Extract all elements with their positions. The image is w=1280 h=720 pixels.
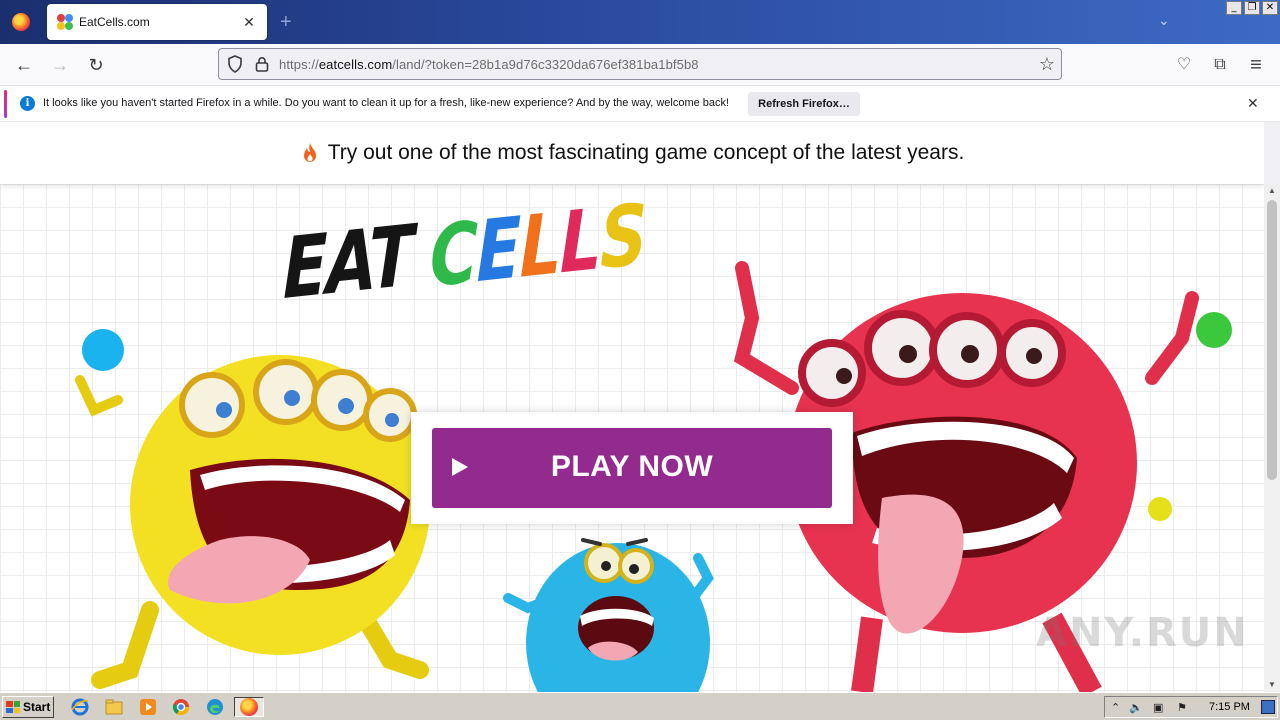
flame-icon: [303, 143, 316, 162]
url-scheme: https://: [279, 57, 319, 72]
scroll-down-arrow-icon[interactable]: ▼: [1264, 678, 1280, 692]
firefox-icon: [240, 698, 258, 716]
firefox-taskbar-icon[interactable]: [234, 697, 264, 717]
headline: Try out one of the most fascinating game…: [327, 141, 965, 164]
hamburger-menu-icon[interactable]: ≡: [1244, 53, 1268, 77]
url-path: /land/?token=28b1a9d76c3320da676ef381ba1…: [392, 57, 699, 72]
taskbar: Start ⌃ 🔈 ▣ ⚑ 7:15 PM: [0, 692, 1280, 720]
url-host: eatcells.com: [318, 57, 393, 72]
logo-letter: E: [476, 198, 520, 302]
scroll-up-arrow-icon[interactable]: ▲: [1264, 184, 1280, 198]
system-tray: ⌃ 🔈 ▣ ⚑ 7:15 PM: [1104, 696, 1278, 718]
logo-letter: S: [600, 185, 646, 289]
tab-title: EatCells.com: [79, 15, 150, 29]
play-now-panel: PLAY NOW: [411, 412, 853, 524]
firefox-view-button[interactable]: [0, 0, 42, 44]
extensions-icon[interactable]: ⧉: [1208, 53, 1232, 77]
show-desktop-icon[interactable]: [1261, 700, 1275, 714]
pocket-icon[interactable]: ♡: [1172, 53, 1196, 77]
notification-message: It looks like you haven't started Firefo…: [43, 97, 730, 109]
file-explorer-icon[interactable]: [102, 697, 126, 717]
start-label: Start: [23, 700, 51, 714]
logo-eat: EAT: [283, 206, 413, 318]
reload-button[interactable]: ↻: [83, 53, 109, 77]
lock-icon[interactable]: [255, 56, 269, 72]
new-tab-button[interactable]: +: [280, 10, 292, 34]
tab-close-icon[interactable]: ✕: [241, 14, 257, 31]
play-now-label: PLAY NOW: [550, 450, 714, 483]
blue-monster-illustration: [503, 538, 714, 692]
bookmark-star-icon[interactable]: ☆: [1039, 54, 1055, 75]
media-player-icon[interactable]: [136, 697, 160, 717]
chrome-icon[interactable]: [169, 697, 193, 717]
tracking-protection-shield-icon[interactable]: [227, 55, 243, 73]
action-center-flag-icon[interactable]: ⚑: [1177, 701, 1187, 714]
volume-icon[interactable]: 🔈: [1129, 701, 1143, 714]
network-icon[interactable]: ▣: [1153, 701, 1163, 714]
notification-accent: [4, 90, 7, 118]
info-icon: i: [20, 96, 35, 111]
anyrun-watermark: ANY.RUN: [1036, 610, 1249, 656]
headline-bar: Try out one of the most fascinating game…: [0, 122, 1264, 184]
title-bar: EatCells.com ✕ + ⌄ _ ❐ ✕: [0, 0, 1280, 44]
scroll-thumb[interactable]: [1267, 200, 1277, 480]
notification-close-icon[interactable]: ✕: [1247, 95, 1259, 112]
window-controls: _ ❐ ✕: [1226, 1, 1278, 15]
close-window-button[interactable]: ✕: [1262, 1, 1278, 15]
clock[interactable]: 7:15 PM: [1209, 701, 1250, 713]
show-hidden-icons-icon[interactable]: ⌃: [1111, 701, 1120, 714]
windows-logo-icon: [6, 701, 20, 713]
refresh-firefox-button[interactable]: Refresh Firefox…: [748, 92, 860, 116]
play-now-button[interactable]: PLAY NOW: [432, 428, 832, 508]
tab-eatcells[interactable]: EatCells.com ✕: [47, 4, 267, 40]
refresh-firefox-notification: i It looks like you haven't started Fire…: [0, 86, 1280, 122]
logo-letter: C: [430, 203, 477, 306]
internet-explorer-icon[interactable]: [68, 697, 92, 717]
eatcells-favicon-icon: [57, 14, 73, 30]
start-button[interactable]: Start: [2, 696, 54, 718]
minimize-button[interactable]: _: [1226, 1, 1242, 15]
url-bar[interactable]: https://eatcells.com/land/?token=28b1a9d…: [218, 48, 1062, 80]
back-button[interactable]: ←: [11, 53, 37, 77]
vertical-scrollbar[interactable]: ▲ ▼: [1264, 184, 1280, 692]
firefox-icon: [12, 13, 30, 31]
logo-letter: L: [519, 194, 560, 297]
url-text[interactable]: https://eatcells.com/land/?token=28b1a9d…: [279, 57, 699, 72]
list-all-tabs-button[interactable]: ⌄: [1158, 12, 1170, 29]
edge-icon[interactable]: [203, 697, 227, 717]
forward-button[interactable]: →: [47, 53, 73, 77]
navigation-toolbar: ← → ↻ https://eatcells.com/land/?token=2…: [0, 44, 1280, 86]
restore-button[interactable]: ❐: [1244, 1, 1260, 15]
logo-letter: L: [559, 190, 601, 293]
